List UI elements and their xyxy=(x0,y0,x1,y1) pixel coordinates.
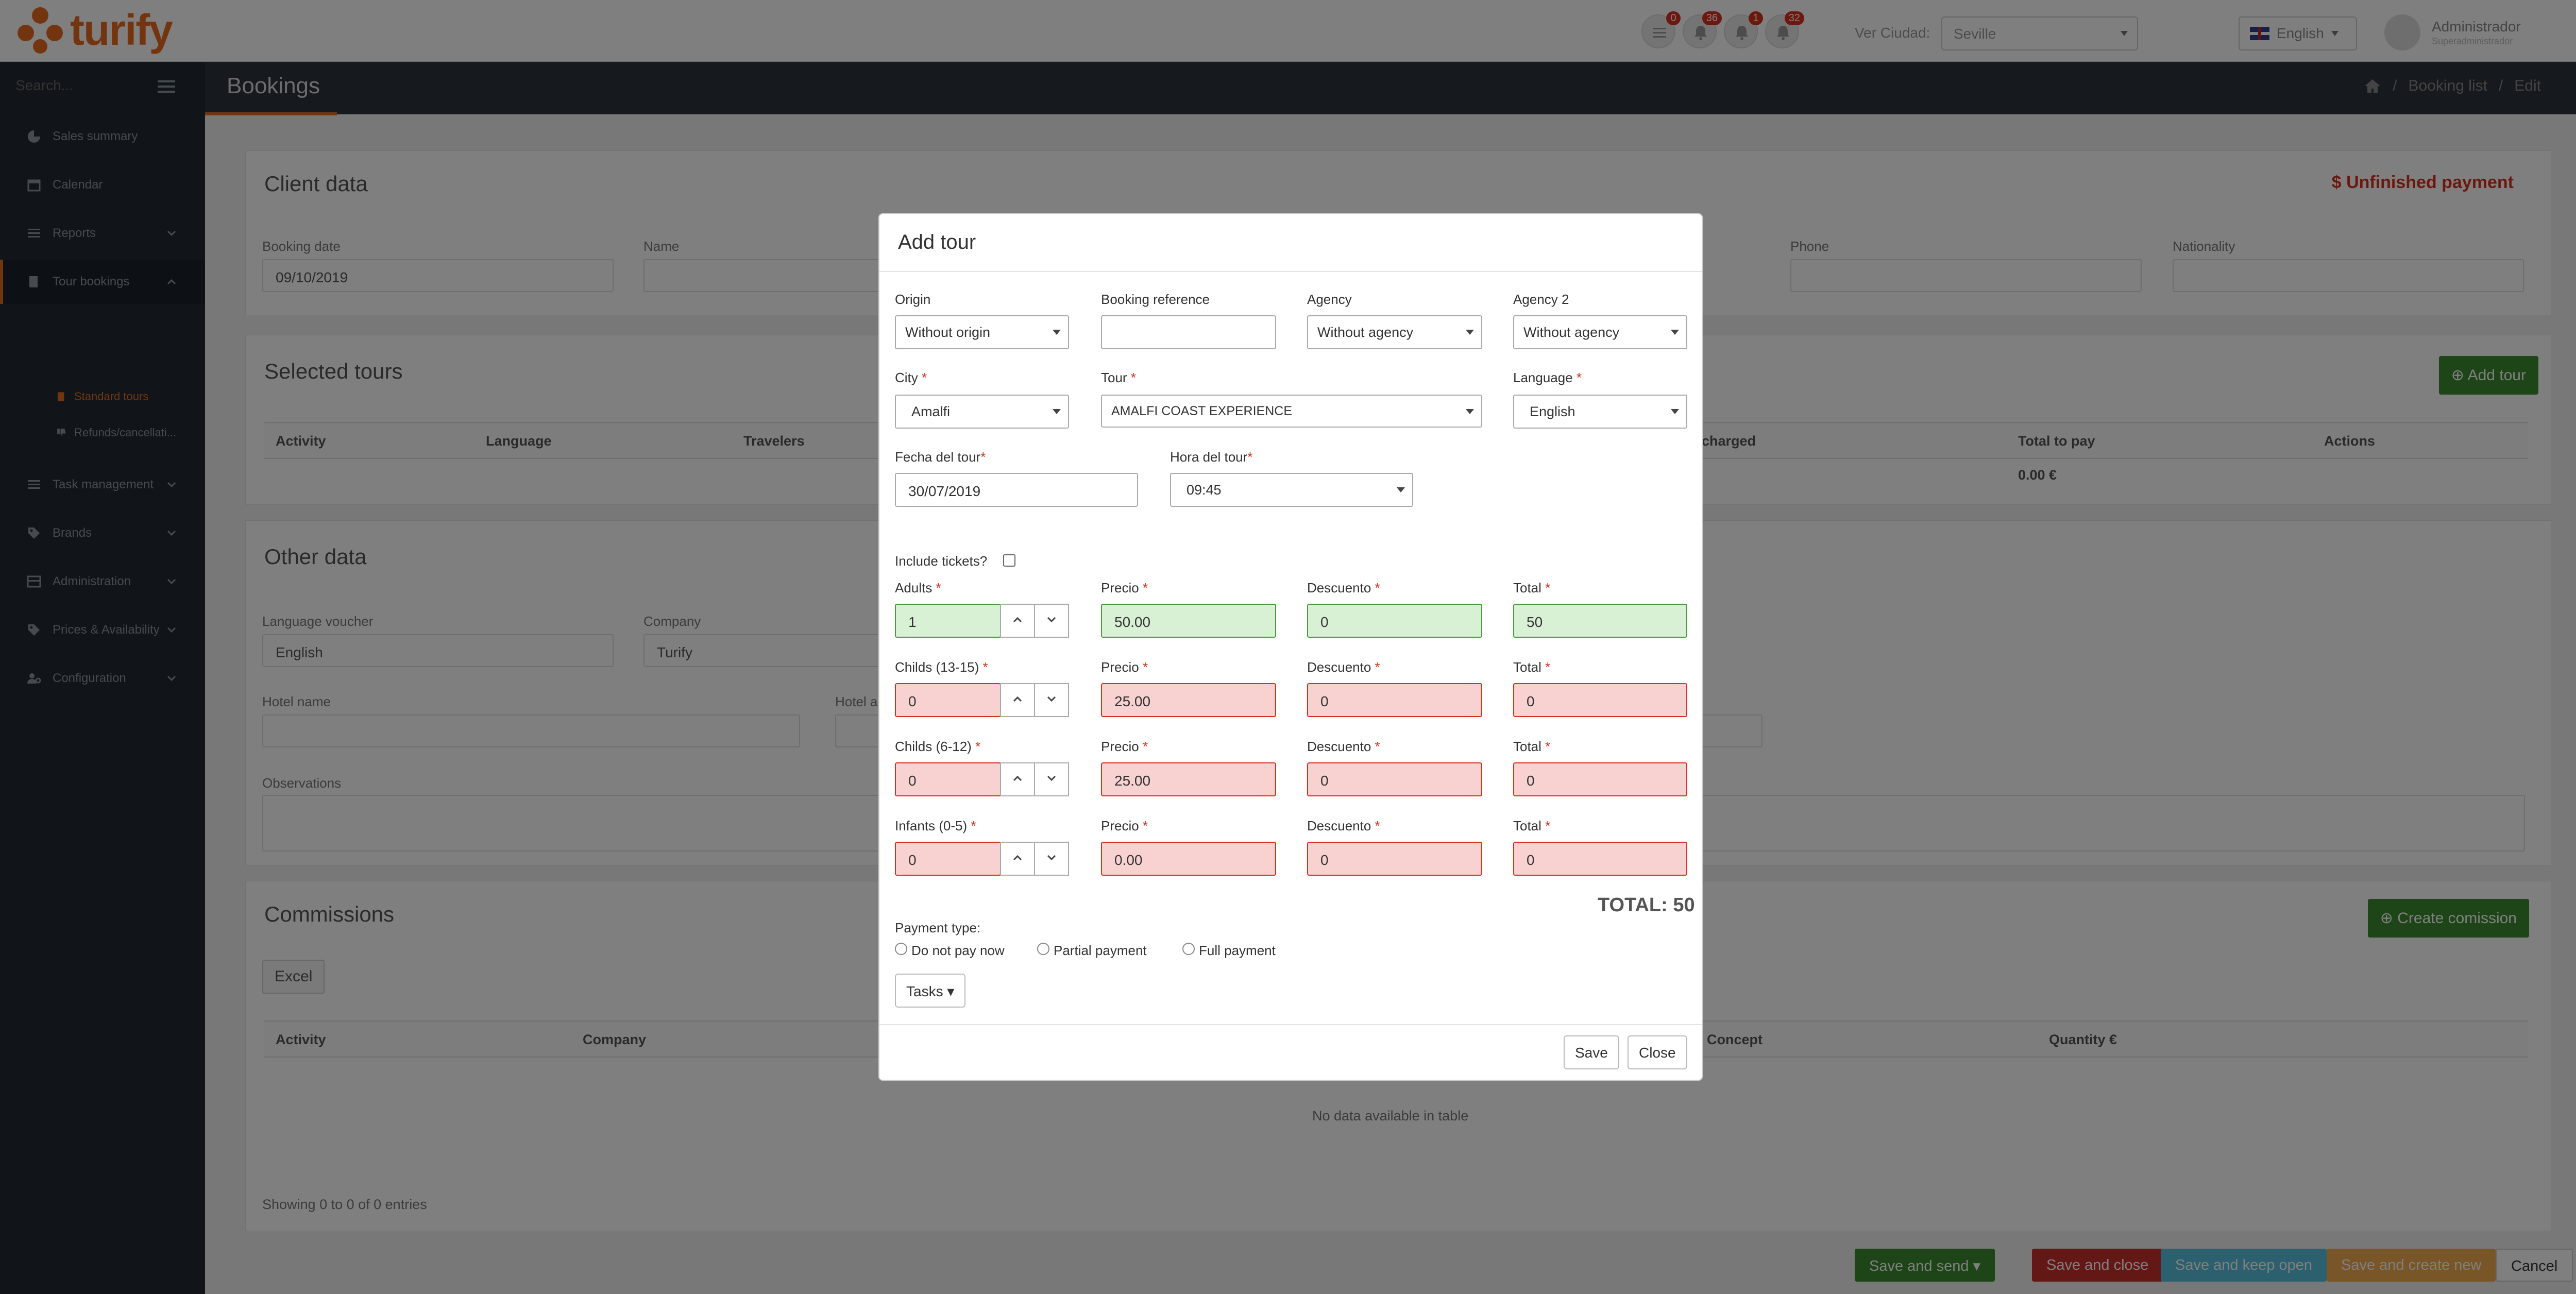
chevron-down-icon xyxy=(1047,855,1056,861)
caret-down-icon xyxy=(1466,330,1474,335)
quantity-decrement-button[interactable] xyxy=(1034,683,1069,717)
passenger-quantity-input[interactable]: 1 xyxy=(895,604,1001,638)
passenger-quantity-input[interactable]: 0 xyxy=(895,683,1001,717)
discount-input[interactable]: 0 xyxy=(1307,762,1482,796)
passenger-quantity-input[interactable]: 0 xyxy=(895,842,1001,876)
quantity-decrement-button[interactable] xyxy=(1034,842,1069,876)
discount-input[interactable]: 0 xyxy=(1307,683,1482,717)
payment-option-label: Partial payment xyxy=(1054,943,1147,958)
save-button[interactable]: Save xyxy=(1564,1035,1619,1069)
caret-down-icon xyxy=(1466,409,1474,414)
total-label: Total * xyxy=(1513,818,1551,833)
close-button[interactable]: Close xyxy=(1628,1035,1687,1069)
price-input[interactable]: 25.00 xyxy=(1101,762,1276,796)
chevron-up-icon xyxy=(1013,617,1022,623)
payment-full-radio[interactable] xyxy=(1182,943,1195,955)
total-input[interactable]: 0 xyxy=(1513,842,1687,876)
discount-label: Descuento * xyxy=(1307,818,1380,833)
quantity-increment-button[interactable] xyxy=(1000,683,1035,717)
caret-down-icon xyxy=(1397,487,1405,492)
passenger-type-label: Childs (6-12) * xyxy=(895,739,981,754)
quantity-increment-button[interactable] xyxy=(1000,762,1035,796)
payment-partial-radio[interactable] xyxy=(1037,943,1049,955)
caret-down-icon xyxy=(1671,409,1679,414)
tour-time-label: Hora del tour* xyxy=(1170,449,1253,465)
chevron-up-icon xyxy=(1013,696,1022,702)
payment-do-not-pay-radio[interactable] xyxy=(895,943,907,955)
quantity-decrement-button[interactable] xyxy=(1034,604,1069,638)
caret-down-icon xyxy=(1671,330,1679,335)
discount-label: Descuento * xyxy=(1307,659,1380,675)
total-label: Total * xyxy=(1513,659,1551,675)
include-tickets-checkbox[interactable] xyxy=(1003,554,1015,567)
tour-time-select[interactable]: 09:45 xyxy=(1170,473,1413,507)
tour-label: Tour * xyxy=(1101,370,1136,385)
grand-total: TOTAL: 50 xyxy=(1598,894,1695,916)
city-select[interactable]: Amalfi xyxy=(895,395,1069,429)
agency-2-select[interactable]: Without agency xyxy=(1513,315,1687,349)
tour-select[interactable]: AMALFI COAST EXPERIENCE xyxy=(1101,395,1482,428)
add-tour-modal: Add tour Origin Without origin Booking r… xyxy=(878,213,1703,1081)
modal-footer: Save Close xyxy=(879,1024,1702,1080)
chevron-down-icon xyxy=(1047,696,1056,702)
discount-input[interactable]: 0 xyxy=(1307,604,1482,638)
payment-option-label: Do not pay now xyxy=(911,943,1005,958)
caret-down-icon xyxy=(1053,330,1061,335)
agency-select[interactable]: Without agency xyxy=(1307,315,1482,349)
payment-type-label: Payment type: xyxy=(895,920,981,935)
passenger-type-label: Adults * xyxy=(895,580,941,595)
chevron-down-icon xyxy=(1047,775,1056,781)
price-input[interactable]: 50.00 xyxy=(1101,604,1276,638)
origin-select[interactable]: Without origin xyxy=(895,315,1069,349)
quantity-increment-button[interactable] xyxy=(1000,842,1035,876)
booking-reference-input[interactable] xyxy=(1101,315,1276,349)
price-label: Precio * xyxy=(1101,739,1148,754)
agency-2-label: Agency 2 xyxy=(1513,292,1569,307)
tour-date-input[interactable]: 30/07/2019 xyxy=(895,473,1138,507)
total-input[interactable]: 50 xyxy=(1513,604,1687,638)
include-tickets-label: Include tickets? xyxy=(895,553,988,569)
origin-label: Origin xyxy=(895,292,931,307)
language-label: Language * xyxy=(1513,370,1582,385)
price-label: Precio * xyxy=(1101,580,1148,595)
passenger-type-label: Childs (13-15) * xyxy=(895,659,988,675)
total-input[interactable]: 0 xyxy=(1513,762,1687,796)
caret-down-icon xyxy=(1053,409,1061,414)
city-label: City * xyxy=(895,370,927,385)
total-label: Total * xyxy=(1513,580,1551,595)
price-input[interactable]: 0.00 xyxy=(1101,842,1276,876)
passenger-type-label: Infants (0-5) * xyxy=(895,818,976,833)
discount-label: Descuento * xyxy=(1307,739,1380,754)
total-label: Total * xyxy=(1513,739,1551,754)
chevron-up-icon xyxy=(1013,775,1022,781)
quantity-decrement-button[interactable] xyxy=(1034,762,1069,796)
chevron-down-icon xyxy=(1047,617,1056,623)
price-input[interactable]: 25.00 xyxy=(1101,683,1276,717)
discount-input[interactable]: 0 xyxy=(1307,842,1482,876)
tasks-dropdown-button[interactable]: Tasks ▾ xyxy=(895,974,966,1008)
agency-label: Agency xyxy=(1307,292,1352,307)
tour-date-label: Fecha del tour* xyxy=(895,449,986,465)
passenger-quantity-input[interactable]: 0 xyxy=(895,762,1001,796)
discount-label: Descuento * xyxy=(1307,580,1380,595)
payment-option-label: Full payment xyxy=(1199,943,1276,958)
modal-title: Add tour xyxy=(898,231,976,253)
quantity-increment-button[interactable] xyxy=(1000,604,1035,638)
price-label: Precio * xyxy=(1101,818,1148,833)
total-input[interactable]: 0 xyxy=(1513,683,1687,717)
language-select[interactable]: English xyxy=(1513,395,1687,429)
modal-header: Add tour xyxy=(879,214,1702,272)
chevron-up-icon xyxy=(1013,855,1022,861)
booking-reference-label: Booking reference xyxy=(1101,292,1210,307)
price-label: Precio * xyxy=(1101,659,1148,675)
